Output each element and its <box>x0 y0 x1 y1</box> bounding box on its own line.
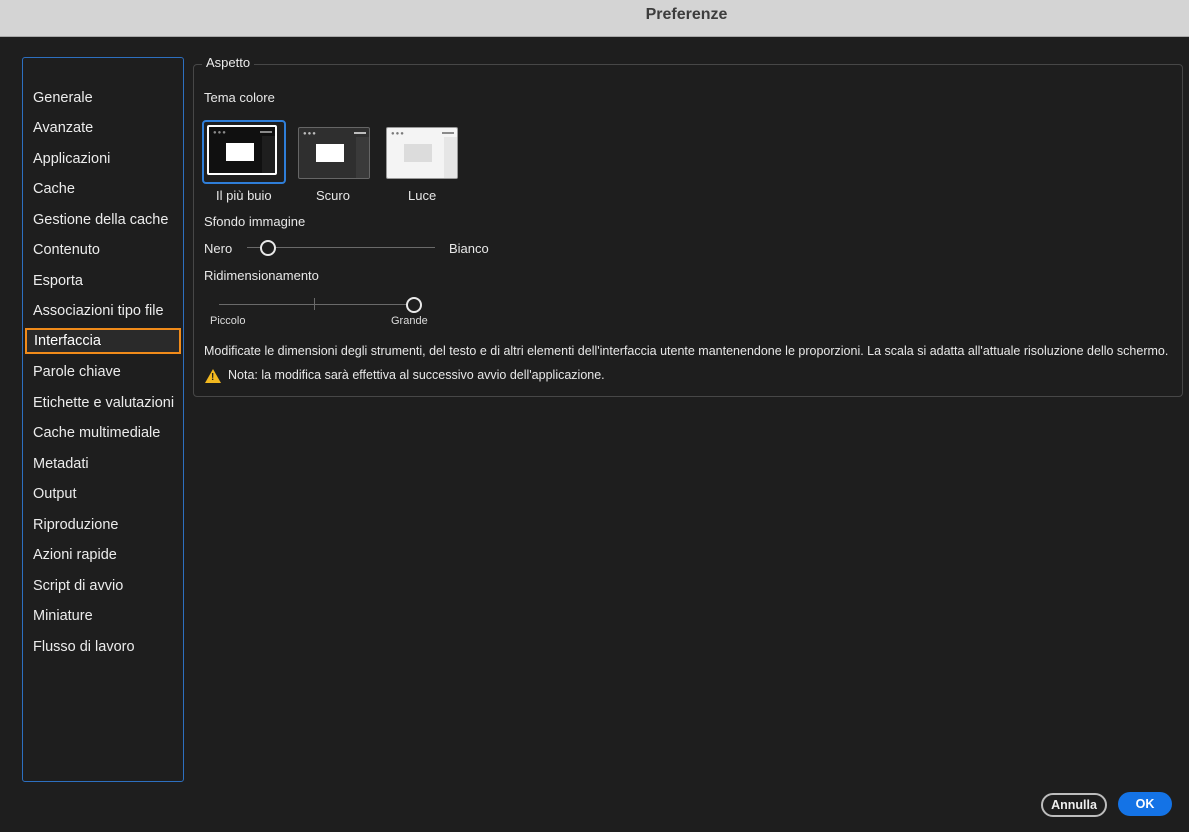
theme-darkest-option[interactable]: ●●● <box>207 125 277 175</box>
sidebar-item-cache[interactable]: Cache <box>33 180 75 198</box>
image-background-max-label: Bianco <box>449 241 489 256</box>
sidebar-item-interfaccia[interactable]: Interfaccia <box>25 328 181 354</box>
image-background-slider-handle[interactable] <box>259 240 276 256</box>
image-background-label: Sfondo immagine <box>204 214 306 229</box>
appearance-group-title: Aspetto <box>202 55 255 70</box>
preferences-sidebar: Generale Avanzate Applicazioni Cache Ges… <box>22 57 184 782</box>
title-bar: Preferenze <box>0 0 1189 37</box>
scaling-label: Ridimensionamento <box>204 268 319 283</box>
sidebar-item-esporta[interactable]: Esporta <box>33 272 83 290</box>
sidebar-item-script-avvio[interactable]: Script di avvio <box>33 577 123 595</box>
restart-note: Nota: la modifica sarà effettiva al succ… <box>228 368 605 382</box>
sidebar-item-contenuto[interactable]: Contenuto <box>33 241 100 259</box>
sidebar-item-etichette-valutazioni[interactable]: Etichette e valutazioni <box>33 394 174 412</box>
scaling-slider-tick <box>314 298 315 310</box>
sidebar-item-flusso-di-lavoro[interactable]: Flusso di lavoro <box>33 638 135 656</box>
theme-light-preview: ●●● <box>387 128 457 178</box>
scaling-min-label: Piccolo <box>210 315 246 327</box>
sidebar-item-avanzate[interactable]: Avanzate <box>33 119 93 137</box>
sidebar-item-azioni-rapide[interactable]: Azioni rapide <box>33 546 117 564</box>
sidebar-item-associazioni-tipo-file[interactable]: Associazioni tipo file <box>33 302 164 320</box>
theme-dark-option[interactable]: ●●● <box>298 127 370 179</box>
window-title: Preferenze <box>645 6 728 23</box>
scaling-max-label: Grande <box>391 315 428 327</box>
appearance-group: Aspetto Tema colore ●●● Il più buio ●●● … <box>193 55 1183 397</box>
theme-light-option[interactable]: ●●● <box>386 127 458 179</box>
scaling-slider-track[interactable] <box>219 304 414 305</box>
sidebar-item-metadati[interactable]: Metadati <box>33 455 89 473</box>
sidebar-item-parole-chiave[interactable]: Parole chiave <box>33 363 121 381</box>
theme-dark-label: Scuro <box>316 188 350 203</box>
warning-icon: ! <box>205 369 221 383</box>
ok-button[interactable]: OK <box>1118 792 1172 816</box>
sidebar-item-miniature[interactable]: Miniature <box>33 607 93 625</box>
theme-light-label: Luce <box>408 188 437 203</box>
sidebar-item-cache-multimediale[interactable]: Cache multimediale <box>33 424 160 442</box>
sidebar-item-output[interactable]: Output <box>33 485 77 503</box>
scaling-slider-handle[interactable] <box>406 297 422 313</box>
sidebar-item-gestione-cache[interactable]: Gestione della cache <box>33 211 168 229</box>
theme-darkest-preview: ●●● <box>209 127 275 173</box>
preferences-window: Generale Avanzate Applicazioni Cache Ges… <box>0 37 1189 832</box>
image-background-min-label: Nero <box>204 241 233 256</box>
theme-label: Tema colore <box>204 90 275 105</box>
scaling-description: Modificate le dimensioni degli strumenti… <box>204 344 1169 358</box>
sidebar-item-riproduzione[interactable]: Riproduzione <box>33 516 118 534</box>
sidebar-item-applicazioni[interactable]: Applicazioni <box>33 150 110 168</box>
theme-dark-preview: ●●● <box>299 128 369 178</box>
theme-darkest-label: Il più buio <box>216 188 272 203</box>
cancel-button[interactable]: Annulla <box>1041 793 1107 817</box>
sidebar-item-generale[interactable]: Generale <box>33 89 93 107</box>
